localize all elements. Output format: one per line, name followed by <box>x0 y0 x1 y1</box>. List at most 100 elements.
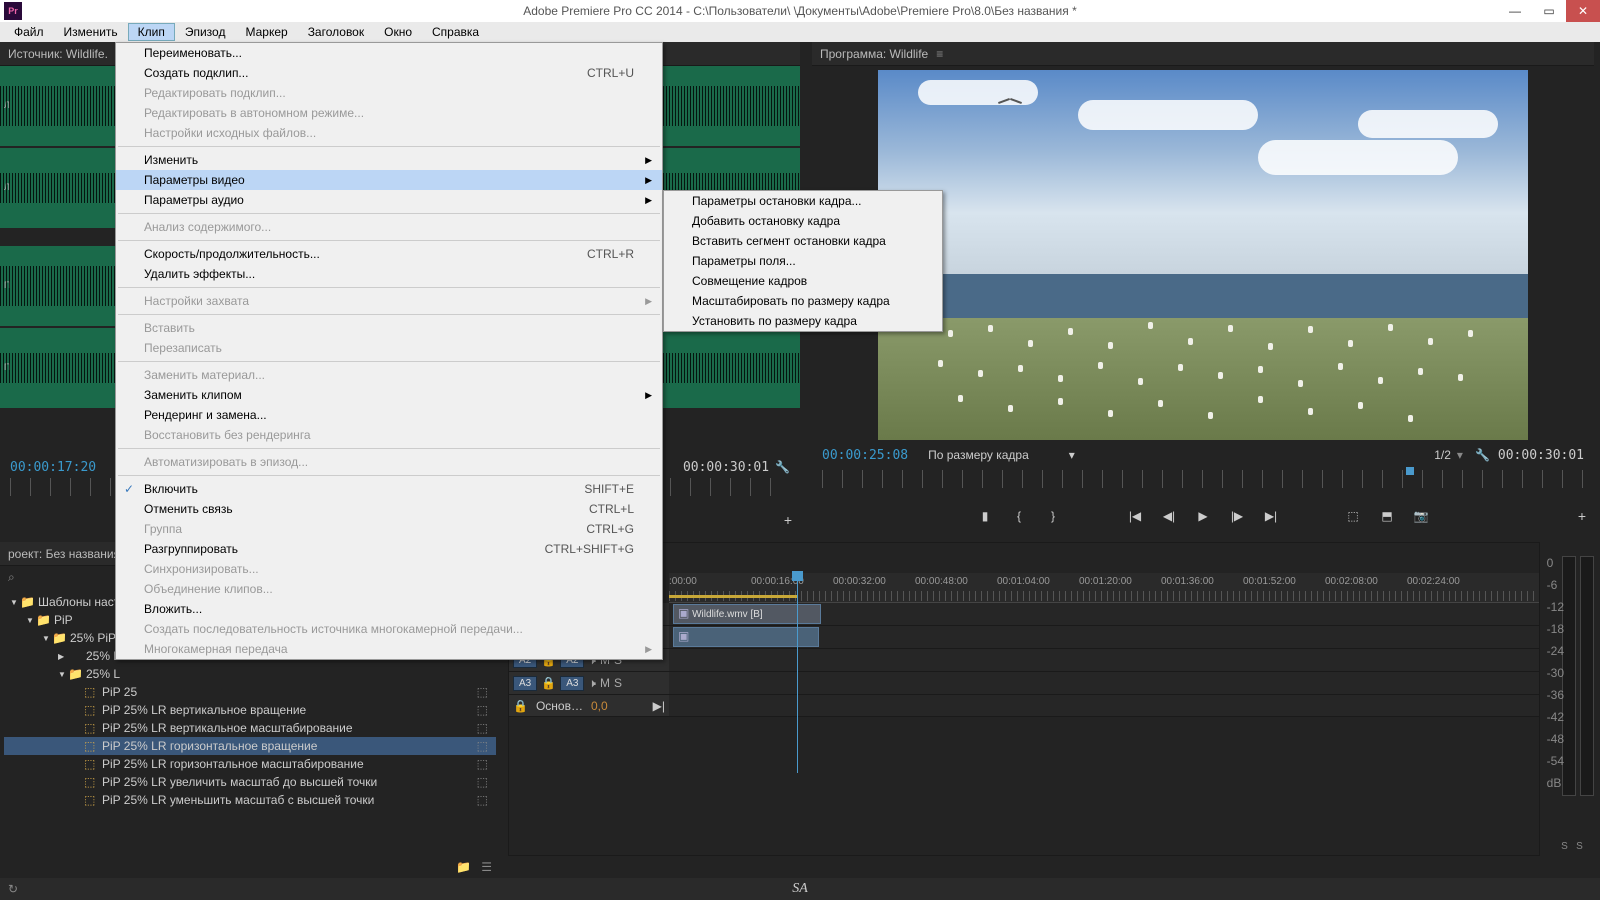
program-title: Программа: Wildlife <box>820 47 928 61</box>
brace-out-icon[interactable]: } <box>1045 508 1061 524</box>
track-row: A2🔒A2🕨MS <box>509 649 1539 672</box>
menu-файл[interactable]: Файл <box>4 23 54 41</box>
mark-in-icon[interactable]: ▮ <box>977 508 993 524</box>
menu-item[interactable]: Отменить связьCTRL+L <box>116 499 662 519</box>
submenu-item[interactable]: Совмещение кадров <box>664 271 942 291</box>
menu-item[interactable]: Рендеринг и замена... <box>116 405 662 425</box>
program-tc-out: 00:00:30:01 <box>1498 448 1584 463</box>
timeline-playhead[interactable] <box>797 573 798 773</box>
lock-icon[interactable]: 🔒 <box>513 699 528 713</box>
menu-item: Перезаписать <box>116 338 662 358</box>
menu-item[interactable]: Изменить▶ <box>116 150 662 170</box>
menu-item: Редактировать подклип... <box>116 83 662 103</box>
solo-icon[interactable]: S <box>614 676 622 690</box>
menu-item[interactable]: Переименовать... <box>116 43 662 63</box>
goto-out-icon[interactable]: ▶| <box>1263 508 1279 524</box>
project-footer: 📁 ☰ <box>456 860 492 874</box>
source-tc-out: 00:00:30:01 <box>683 460 769 475</box>
sync-icon[interactable]: ↻ <box>8 882 18 896</box>
step-forward-icon[interactable]: |▶ <box>1229 508 1245 524</box>
menu-эпизод[interactable]: Эпизод <box>175 23 236 41</box>
master-value[interactable]: 0,0 <box>591 699 608 713</box>
menu-изменить[interactable]: Изменить <box>54 23 128 41</box>
menu-маркер[interactable]: Маркер <box>235 23 297 41</box>
wrench-icon[interactable]: 🔧 <box>1475 448 1490 462</box>
menu-item[interactable]: Параметры видео▶ <box>116 170 662 190</box>
playhead-marker[interactable] <box>1406 467 1414 475</box>
source-tc-in[interactable]: 00:00:17:20 <box>10 460 96 475</box>
submenu-item[interactable]: Параметры поля... <box>664 251 942 271</box>
step-back-icon[interactable]: ◀| <box>1161 508 1177 524</box>
goto-in-icon[interactable]: |◀ <box>1127 508 1143 524</box>
program-timecode-row: 00:00:25:08 По размеру кадра▾ 1/2 ▾ 🔧 00… <box>812 444 1594 466</box>
submenu-item[interactable]: Масштабировать по размеру кадра <box>664 291 942 311</box>
app-icon: Pr <box>4 2 22 20</box>
mute-icon[interactable]: M <box>600 676 610 690</box>
timeline-header <box>509 543 1539 573</box>
track-source-toggle[interactable]: A3 <box>513 676 537 691</box>
menu-item[interactable]: Заменить клипом▶ <box>116 385 662 405</box>
wrench-icon[interactable]: 🔧 <box>775 460 790 474</box>
extract-icon[interactable]: ⬒ <box>1379 508 1395 524</box>
zoom-level[interactable]: 1/2 <box>1434 448 1451 462</box>
menu-item: Объединение клипов... <box>116 579 662 599</box>
menu-item[interactable]: Удалить эффекты... <box>116 264 662 284</box>
menu-item[interactable]: Вложить... <box>116 599 662 619</box>
tree-item[interactable]: ⬚PiP 25% LR вертикальное вращение⬚ <box>4 701 496 719</box>
tree-item[interactable]: ⬚PiP 25% LR горизонтальное масштабирован… <box>4 755 496 773</box>
master-label: Основ… <box>536 699 583 713</box>
new-folder-icon[interactable]: 📁 <box>456 860 471 874</box>
menu-справка[interactable]: Справка <box>422 23 489 41</box>
track-target-toggle[interactable]: A3 <box>560 676 584 691</box>
menu-item[interactable]: Создать подклип...CTRL+U <box>116 63 662 83</box>
menu-item[interactable]: РазгруппироватьCTRL+SHIFT+G <box>116 539 662 559</box>
tree-item[interactable]: ⬚PiP 25% LR вертикальное масштабирование… <box>4 719 496 737</box>
lift-icon[interactable]: ⬚ <box>1345 508 1361 524</box>
tree-item[interactable]: ⬚PiP 25% LR уменьшить масштаб с высшей т… <box>4 791 496 809</box>
list-view-icon[interactable]: ☰ <box>481 860 492 874</box>
tree-item[interactable]: ▼📁25% L <box>4 665 496 683</box>
maximize-button[interactable]: ▭ <box>1532 0 1566 22</box>
menu-клип[interactable]: Клип <box>128 23 175 41</box>
skip-icon[interactable]: ▶| <box>653 699 665 713</box>
menu-item[interactable]: Скорость/продолжительность...CTRL+R <box>116 244 662 264</box>
clip-menu-dropdown[interactable]: Переименовать...Создать подклип...CTRL+U… <box>115 42 663 660</box>
tree-item[interactable]: ⬚PiP 25% LR увеличить масштаб до высшей … <box>4 773 496 791</box>
menu-окно[interactable]: Окно <box>374 23 422 41</box>
add-button[interactable]: + <box>1578 508 1586 524</box>
play-icon[interactable]: ▶ <box>1195 508 1211 524</box>
menu-item[interactable]: ✓ВключитьSHIFT+E <box>116 479 662 499</box>
program-tc-in[interactable]: 00:00:25:08 <box>822 448 908 463</box>
tree-item[interactable]: ⬚PiP 25⬚ <box>4 683 496 701</box>
minimize-button[interactable]: — <box>1498 0 1532 22</box>
track-row: A3 🔒 A3 🕨 MS <box>509 672 1539 695</box>
brace-in-icon[interactable]: { <box>1011 508 1027 524</box>
audio-meter-left <box>1562 556 1576 796</box>
submenu-item[interactable]: Установить по размеру кадра <box>664 311 942 331</box>
submenu-item[interactable]: Параметры остановки кадра... <box>664 191 942 211</box>
submenu-item[interactable]: Вставить сегмент остановки кадра <box>664 231 942 251</box>
menu-item: Настройки исходных файлов... <box>116 123 662 143</box>
export-frame-icon[interactable]: 📷 <box>1413 508 1429 524</box>
lock-icon[interactable]: 🔒 <box>541 676 556 690</box>
program-ruler[interactable] <box>822 470 1584 488</box>
search-icon[interactable]: ⌕ <box>8 570 15 584</box>
zoom-caret-icon[interactable]: ▾ <box>1457 448 1463 462</box>
tree-item[interactable]: ⬚PiP 25% LR горизонтальное вращение⬚ <box>4 737 496 755</box>
audio-meter-right <box>1580 556 1594 796</box>
panel-menu-icon[interactable]: ≡ <box>936 47 943 61</box>
submenu-item[interactable]: Добавить остановку кадра <box>664 211 942 231</box>
menu-item: Анализ содержимого... <box>116 217 662 237</box>
timeline-clip[interactable]: ▣ Wildlife.wmv [В] <box>673 604 821 624</box>
menu-item[interactable]: Параметры аудио▶ <box>116 190 662 210</box>
close-button[interactable]: ✕ <box>1566 0 1600 22</box>
zoom-fit-dropdown[interactable]: По размеру кадра▾ <box>928 448 1075 462</box>
add-button[interactable]: + <box>784 512 792 528</box>
menu-заголовок[interactable]: Заголовок <box>298 23 374 41</box>
menu-item: Синхронизировать... <box>116 559 662 579</box>
eye-icon[interactable]: 🕨 <box>588 676 596 691</box>
program-monitor[interactable] <box>878 70 1528 440</box>
solo-buttons[interactable]: S S <box>1544 841 1600 852</box>
video-params-submenu[interactable]: Параметры остановки кадра...Добавить ост… <box>663 190 943 332</box>
program-transport: ▮ { } |◀ ◀| ▶ |▶ ▶| ⬚ ⬒ 📷 + <box>812 502 1594 530</box>
